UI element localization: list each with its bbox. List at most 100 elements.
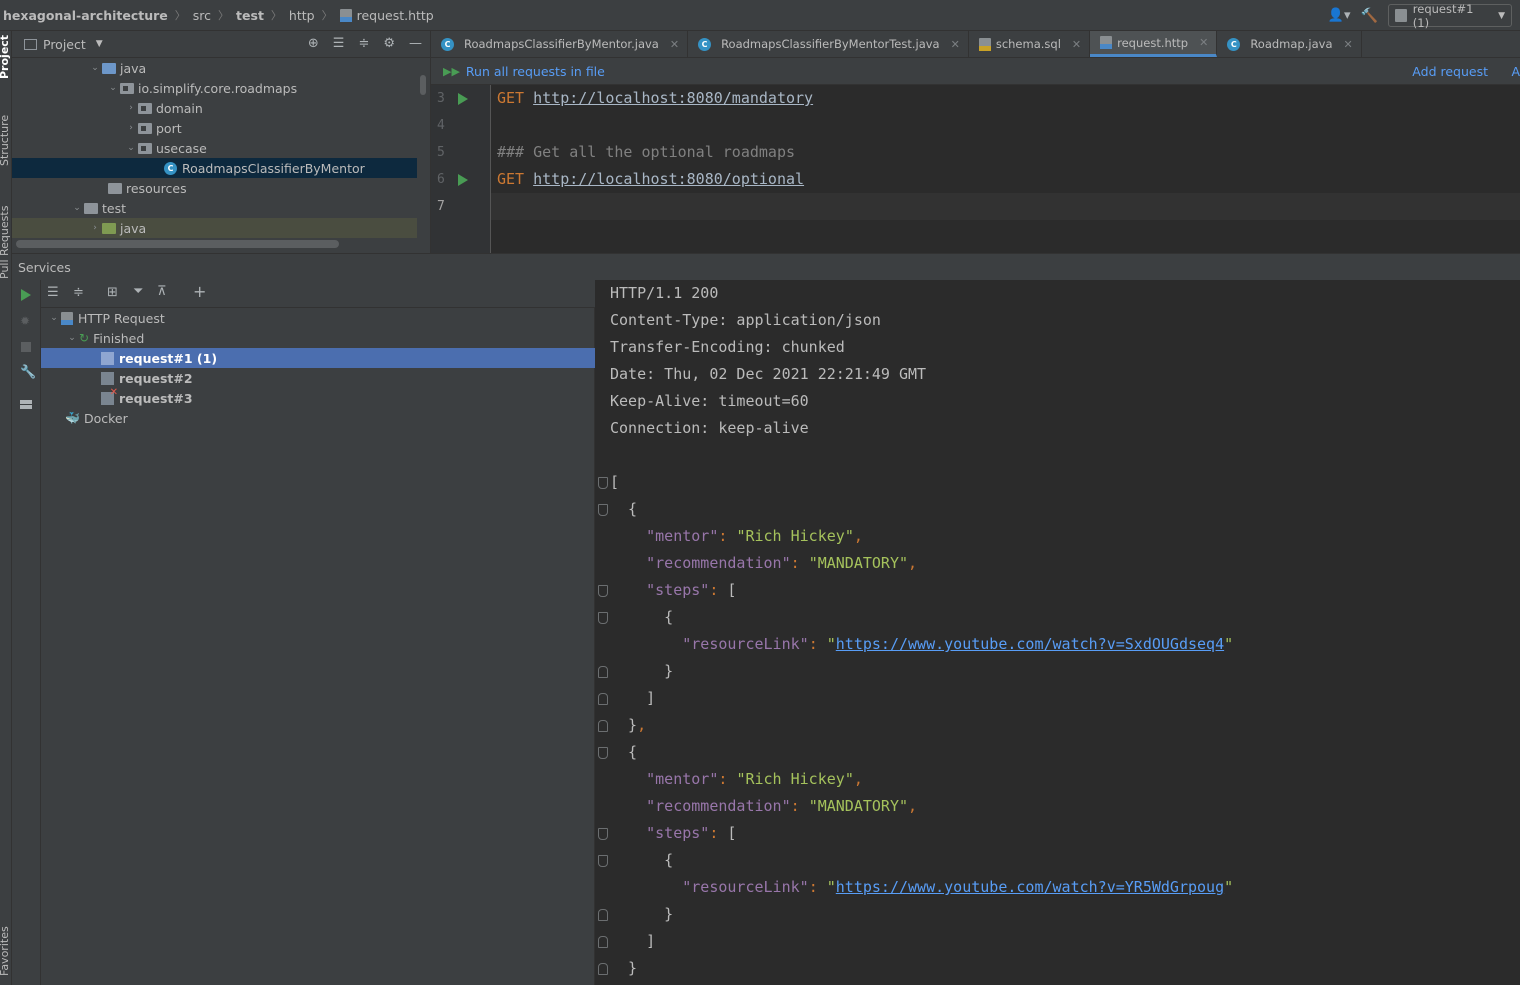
services-header: Services bbox=[12, 253, 1520, 280]
resource-link[interactable]: https://www.youtube.com/watch?v=YR5WdGrp… bbox=[836, 878, 1224, 896]
fold-icon[interactable] bbox=[598, 828, 608, 840]
tab-label: request.http bbox=[1117, 35, 1189, 50]
tab-roadmap-java[interactable]: C Roadmap.java ✕ bbox=[1217, 31, 1362, 57]
fold-icon[interactable] bbox=[598, 963, 608, 975]
fold-icon[interactable] bbox=[598, 720, 608, 732]
chevron-right-icon[interactable]: › bbox=[88, 223, 102, 233]
minimize-icon[interactable]: — bbox=[409, 36, 422, 51]
new-tab-icon[interactable]: ⊼ bbox=[157, 284, 167, 299]
fold-icon[interactable] bbox=[598, 747, 608, 759]
response-viewer[interactable]: HTTP/1.1 200 Content-Type: application/j… bbox=[596, 280, 1520, 985]
close-icon[interactable]: ✕ bbox=[1072, 38, 1081, 51]
layout-icon[interactable] bbox=[20, 400, 32, 409]
tree-item-java[interactable]: ⌄ java bbox=[12, 58, 430, 78]
tree-item-request-1[interactable]: request#1 (1) bbox=[41, 348, 595, 368]
tree-item-usecase[interactable]: ⌄ usecase bbox=[12, 138, 430, 158]
request-icon bbox=[101, 371, 114, 385]
fold-icon[interactable] bbox=[598, 909, 608, 921]
tree-item-resources[interactable]: resources bbox=[12, 178, 430, 198]
tree-item-request-2[interactable]: request#2 bbox=[41, 368, 595, 388]
chevron-down-icon[interactable]: ⌄ bbox=[106, 83, 120, 93]
fold-icon[interactable] bbox=[598, 612, 608, 624]
chevron-down-icon[interactable]: ⌄ bbox=[88, 63, 102, 73]
close-icon[interactable]: ✕ bbox=[670, 38, 679, 51]
code-editor[interactable]: GET http://localhost:8080/mandatory ### … bbox=[491, 85, 1520, 253]
fold-icon[interactable] bbox=[598, 504, 608, 516]
breadcrumb-http[interactable]: http bbox=[289, 8, 315, 23]
request-url[interactable]: http://localhost:8080/optional bbox=[533, 170, 804, 188]
fold-icon[interactable] bbox=[598, 585, 608, 597]
tree-item-request-3[interactable]: request#3 bbox=[41, 387, 595, 408]
tree-item-class[interactable]: C RoadmapsClassifierByMentor bbox=[12, 158, 417, 178]
json-value-mentor: Rich Hickey bbox=[745, 770, 845, 788]
wrench-icon[interactable]: 🔧 bbox=[20, 365, 36, 380]
chevron-down-icon[interactable]: ⌄ bbox=[70, 203, 84, 213]
locate-icon[interactable]: ⊕ bbox=[308, 36, 319, 51]
expand-all-icon[interactable]: ☰ bbox=[333, 36, 345, 51]
breadcrumb-file[interactable]: request.http bbox=[357, 8, 434, 23]
run-all-requests-button[interactable]: ▶▶ Run all requests in file bbox=[443, 64, 605, 79]
gear-icon[interactable]: ⚙ bbox=[383, 36, 395, 51]
collapse-all-icon[interactable]: ≑ bbox=[73, 285, 84, 300]
filter-icon[interactable]: ⏷ bbox=[133, 284, 143, 299]
editor-gutter: 3 4 5 6 7 bbox=[431, 85, 491, 253]
project-view-select[interactable]: Project bbox=[43, 37, 86, 52]
tab-request-http[interactable]: request.http ✕ bbox=[1090, 31, 1218, 57]
tab-roadmaps-classifier-test[interactable]: C RoadmapsClassifierByMentorTest.java ✕ bbox=[688, 31, 969, 57]
run-request-icon[interactable] bbox=[458, 174, 468, 186]
more-actions-button[interactable]: A bbox=[1511, 64, 1520, 79]
project-panel-header: Project ▼ ⊕ ☰ ≑ ⚙ — bbox=[12, 31, 430, 58]
vertical-scrollbar[interactable] bbox=[420, 75, 426, 95]
tree-item-finished[interactable]: ⌄ ↻ Finished bbox=[41, 328, 595, 348]
resource-link[interactable]: https://www.youtube.com/watch?v=SxdOUGds… bbox=[836, 635, 1224, 653]
close-icon[interactable]: ✕ bbox=[951, 38, 960, 51]
tree-item-test-java[interactable]: › java bbox=[12, 218, 417, 238]
chevron-right-icon[interactable]: › bbox=[124, 103, 138, 113]
pull-requests-tool-window-tab[interactable]: Pull Requests bbox=[0, 206, 11, 279]
tab-schema-sql[interactable]: schema.sql ✕ bbox=[969, 31, 1091, 57]
horizontal-scrollbar[interactable] bbox=[16, 240, 339, 248]
project-tool-window-tab[interactable]: Project bbox=[0, 35, 11, 79]
run-configuration-label: request#1 (1) bbox=[1412, 1, 1474, 30]
tree-item-domain[interactable]: › domain bbox=[12, 98, 430, 118]
fold-icon[interactable] bbox=[598, 693, 608, 705]
chevron-down-icon[interactable]: ⌄ bbox=[47, 313, 61, 323]
run-request-icon[interactable] bbox=[458, 93, 468, 105]
group-by-icon[interactable]: ⊞ bbox=[107, 285, 118, 300]
close-icon[interactable]: ✕ bbox=[1199, 36, 1208, 49]
breadcrumb-test[interactable]: test bbox=[236, 8, 264, 23]
fold-icon[interactable] bbox=[598, 477, 608, 489]
tree-item-package[interactable]: ⌄ io.simplify.core.roadmaps bbox=[12, 78, 430, 98]
fold-icon[interactable] bbox=[598, 855, 608, 867]
chevron-down-icon[interactable]: ⌄ bbox=[124, 143, 138, 153]
http-request-icon bbox=[61, 311, 73, 325]
breadcrumb-project[interactable]: hexagonal-architecture bbox=[3, 8, 168, 23]
breadcrumb-src[interactable]: src bbox=[193, 8, 211, 23]
json-line: "recommendation": "MANDATORY", bbox=[646, 797, 918, 815]
request-url[interactable]: http://localhost:8080/mandatory bbox=[533, 89, 813, 107]
add-request-button[interactable]: Add request bbox=[1412, 64, 1488, 79]
run-configuration-select[interactable]: request#1 (1) ▼ bbox=[1388, 1, 1512, 30]
fold-icon[interactable] bbox=[598, 936, 608, 948]
tree-item-http-request[interactable]: ⌄ HTTP Request bbox=[41, 308, 595, 328]
tree-item-test[interactable]: ⌄ test bbox=[12, 198, 430, 218]
fold-icon[interactable] bbox=[598, 666, 608, 678]
close-icon[interactable]: ✕ bbox=[1344, 38, 1353, 51]
add-service-icon[interactable]: + bbox=[193, 282, 206, 301]
expand-all-icon[interactable]: ☰ bbox=[47, 285, 59, 300]
chevron-down-icon[interactable]: ⌄ bbox=[65, 333, 79, 343]
stop-icon[interactable] bbox=[21, 342, 31, 352]
tree-item-port[interactable]: › port bbox=[12, 118, 430, 138]
chevron-down-icon[interactable]: ▼ bbox=[96, 39, 103, 49]
user-icon[interactable]: 👤▾ bbox=[1328, 8, 1351, 23]
chevron-right-icon[interactable]: › bbox=[124, 123, 138, 133]
collapse-all-icon[interactable]: ≑ bbox=[358, 36, 369, 51]
tree-item-docker[interactable]: 🐳 Docker bbox=[41, 408, 595, 428]
hammer-icon[interactable]: 🔨 bbox=[1361, 8, 1378, 24]
structure-tool-window-tab[interactable]: Structure bbox=[0, 115, 11, 166]
tab-roadmaps-classifier[interactable]: C RoadmapsClassifierByMentor.java ✕ bbox=[431, 31, 689, 57]
favorites-tool-window-tab[interactable]: Favorites bbox=[0, 926, 11, 976]
run-icon[interactable] bbox=[21, 289, 31, 301]
tree-item-label: test bbox=[102, 200, 127, 216]
debug-icon[interactable]: ✹ bbox=[20, 314, 30, 328]
